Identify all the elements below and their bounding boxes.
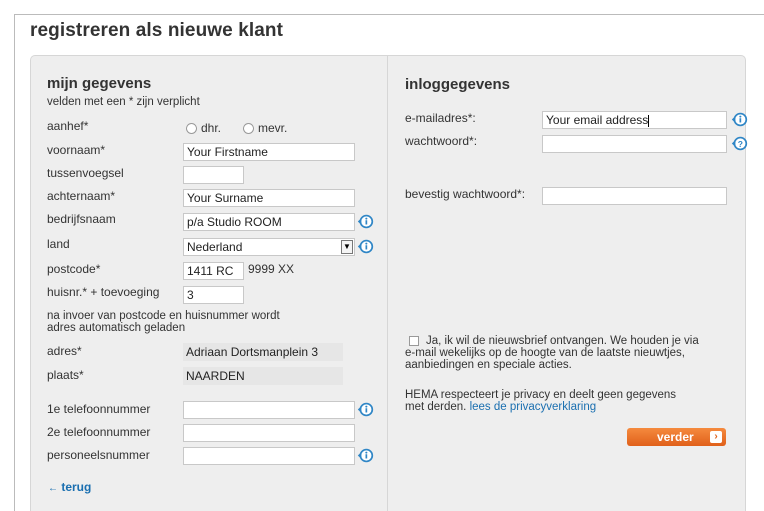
personeelsnummer-input[interactable] (183, 447, 355, 465)
land-select-value: Nederland (187, 240, 243, 254)
back-link-label: terug (61, 480, 92, 494)
info-icon[interactable] (731, 111, 748, 128)
tussenvoegsel-label: tussenvoegsel (47, 166, 124, 180)
telefoon1-label: 1e telefoonnummer (47, 402, 151, 416)
auto-address-note-line2: adres automatisch geladen (47, 322, 186, 334)
panel-divider (387, 56, 388, 511)
auto-address-note-line1: na invoer van postcode en huisnummer wor… (47, 310, 280, 322)
achternaam-label: achternaam* (47, 189, 116, 203)
frame-left-border (14, 14, 15, 511)
telefoon2-label: 2e telefoonnummer (47, 425, 151, 439)
plaats-label: plaats* (47, 368, 84, 382)
section-heading-login: inloggegevens (405, 76, 511, 93)
telefoon2-input[interactable] (183, 424, 355, 442)
personeelsnummer-label: personeelsnummer (47, 448, 150, 462)
info-icon[interactable] (357, 401, 374, 418)
land-select[interactable]: Nederland ▼ (183, 238, 355, 256)
aanhef-mevr-radio[interactable] (243, 123, 254, 134)
email-label: e-mailadres*: (405, 111, 476, 125)
wachtwoord-input[interactable] (542, 135, 727, 153)
back-link[interactable]: ← terug (48, 480, 91, 494)
email-input-value: Your email address (546, 113, 649, 127)
achternaam-input[interactable]: Your Surname (183, 189, 355, 207)
info-icon[interactable] (357, 447, 374, 464)
verder-button-label: verder (657, 430, 694, 444)
voornaam-label: voornaam* (47, 143, 106, 157)
svg-text:?: ? (738, 139, 743, 149)
postcode-format-hint: 9999 XX (248, 262, 295, 276)
adres-value: Adriaan Dortsmanplein 3 (183, 343, 343, 361)
bevestig-wachtwoord-input[interactable] (542, 187, 727, 205)
frame-top-border (14, 14, 764, 15)
adres-label: adres* (47, 344, 82, 358)
postcode-input[interactable]: 1411 RC (183, 262, 244, 280)
verder-button[interactable]: verder › (627, 428, 726, 446)
chevron-right-icon: › (710, 431, 722, 443)
newsletter-text-line2: e-mail wekelijks op de hoogte van de laa… (405, 347, 685, 359)
help-icon[interactable]: ? (731, 135, 748, 152)
bevestig-wachtwoord-label: bevestig wachtwoord*: (405, 187, 526, 201)
huisnr-input[interactable]: 3 (183, 286, 244, 304)
privacy-text-line1: HEMA respecteert je privacy en deelt gee… (405, 389, 677, 401)
text-cursor (648, 114, 650, 127)
aanhef-dhr-label: dhr. (201, 121, 222, 135)
section-heading-personal: mijn gegevens (47, 75, 152, 92)
newsletter-text-line1: Ja, ik wil de nieuwsbrief ontvangen. We … (426, 335, 699, 347)
huisnr-label: huisnr.* + toevoeging (47, 285, 160, 299)
aanhef-dhr-radio[interactable] (186, 123, 197, 134)
dropdown-arrow-icon: ▼ (341, 240, 353, 254)
back-arrow-icon: ← (48, 483, 58, 494)
postcode-label: postcode* (47, 262, 101, 276)
telefoon1-input[interactable] (183, 401, 355, 419)
privacy-link[interactable]: lees de privacyverklaring (470, 401, 597, 413)
privacy-text-prefix: met derden. (405, 401, 467, 413)
bedrijfsnaam-input[interactable]: p/a Studio ROOM (183, 213, 355, 231)
privacy-text-line2: met derden. lees de privacyverklaring (405, 401, 596, 413)
tussenvoegsel-input[interactable] (183, 166, 244, 184)
wachtwoord-label: wachtwoord*: (405, 134, 478, 148)
bedrijfsnaam-label: bedrijfsnaam (47, 212, 116, 226)
info-icon[interactable] (357, 213, 374, 230)
land-label: land (47, 237, 70, 251)
email-input[interactable]: Your email address (542, 111, 727, 129)
voornaam-input[interactable]: Your Firstname (183, 143, 355, 161)
page-title: registreren als nieuwe klant (30, 20, 284, 41)
plaats-value: NAARDEN (183, 367, 343, 385)
newsletter-checkbox[interactable] (409, 336, 419, 346)
required-fields-note: velden met een * zijn verplicht (47, 96, 200, 108)
newsletter-text-line3: aanbiedingen en speciale acties. (405, 359, 572, 371)
aanhef-label: aanhef* (47, 119, 89, 133)
aanhef-mevr-label: mevr. (258, 121, 288, 135)
info-icon[interactable] (357, 238, 374, 255)
